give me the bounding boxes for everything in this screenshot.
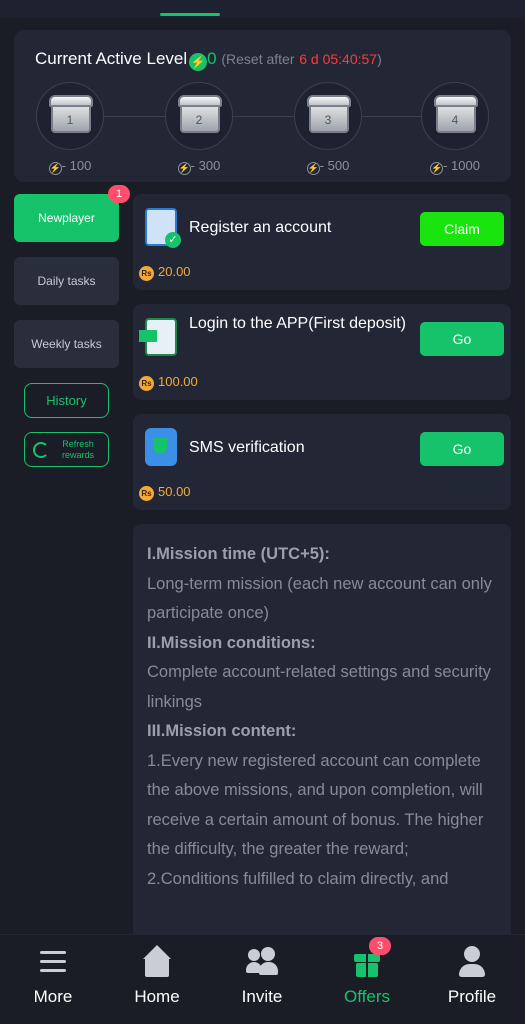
newplayer-badge: 1 bbox=[108, 185, 130, 203]
lightning-icon: ⚡ bbox=[177, 162, 191, 175]
nav-offers[interactable]: 3 Offers bbox=[322, 937, 412, 1007]
progress-connector bbox=[362, 116, 422, 117]
users-icon bbox=[246, 945, 278, 977]
task-card-register: ✓ Register an account Claim Rs 20.00 bbox=[133, 194, 511, 290]
lightning-icon: ⚡ bbox=[48, 162, 62, 175]
rules-text: 2.Conditions fulfilled to claim directly… bbox=[147, 869, 449, 888]
rupee-coin-icon: Rs bbox=[139, 376, 154, 391]
task-reward: Rs 50.00 bbox=[139, 484, 191, 501]
nav-label: Invite bbox=[241, 987, 283, 1006]
chest-cost: ⚡- 1000 bbox=[430, 158, 480, 175]
reset-countdown: 6 d 05:40:57 bbox=[299, 51, 378, 67]
treasure-chest-icon: 3 bbox=[294, 82, 362, 150]
rules-text: Long-term mission (each new account can … bbox=[147, 574, 492, 623]
rules-heading: III.Mission content: bbox=[147, 722, 297, 740]
chest-cost: ⚡- 300 bbox=[177, 158, 221, 175]
top-tab-bar bbox=[0, 0, 525, 18]
treasure-chest-icon: 1 bbox=[36, 82, 104, 150]
rules-text: 1.Every new registered account can compl… bbox=[147, 751, 484, 859]
reset-label: (Reset after bbox=[221, 51, 295, 67]
nav-label: Offers bbox=[344, 987, 390, 1006]
active-level-card: Current Active Level ⚡0 (Reset after 6 d … bbox=[14, 30, 511, 182]
task-name: Register an account bbox=[189, 219, 332, 236]
chest-level-4[interactable]: 4 ⚡- 1000 bbox=[420, 82, 490, 175]
history-button[interactable]: History bbox=[24, 383, 109, 418]
level-title: Current Active Level ⚡0 (Reset after 6 d … bbox=[35, 49, 382, 71]
rupee-coin-icon: Rs bbox=[139, 486, 154, 501]
refresh-icon bbox=[33, 442, 49, 458]
lightning-icon: ⚡ bbox=[430, 162, 444, 175]
nav-invite[interactable]: Invite bbox=[217, 945, 307, 1007]
task-card-login-deposit: Login to the APP(First deposit) Go Rs 100… bbox=[133, 304, 511, 400]
menu-icon bbox=[37, 945, 69, 977]
reset-close: ) bbox=[377, 51, 382, 67]
level-count: 0 bbox=[207, 49, 217, 68]
active-tab-indicator bbox=[160, 13, 220, 16]
task-name: Login to the APP(First deposit) bbox=[189, 315, 406, 332]
treasure-chest-icon: 4 bbox=[421, 82, 489, 150]
phone-login-icon bbox=[139, 318, 177, 356]
refresh-rewards-button[interactable]: Refresh rewards bbox=[24, 432, 109, 467]
refresh-rewards-label: Refresh rewards bbox=[61, 439, 94, 460]
chest-level-1[interactable]: 1 ⚡- 100 bbox=[35, 82, 105, 175]
nav-profile[interactable]: Profile bbox=[427, 945, 517, 1007]
nav-label: Profile bbox=[447, 987, 497, 1006]
rupee-coin-icon: Rs bbox=[139, 266, 154, 281]
lightning-icon: ⚡ bbox=[306, 162, 320, 175]
task-card-sms-verification: SMS verification Go Rs 50.00 bbox=[133, 414, 511, 510]
nav-more[interactable]: More bbox=[8, 945, 98, 1007]
go-button[interactable]: Go bbox=[420, 322, 504, 356]
level-title-text: Current Active Level bbox=[35, 49, 188, 68]
chest-cost: ⚡- 500 bbox=[306, 158, 350, 175]
task-reward: Rs 20.00 bbox=[139, 264, 191, 281]
treasure-chest-icon: 2 bbox=[165, 82, 233, 150]
rules-text: Complete account-related settings and se… bbox=[147, 663, 491, 711]
task-name: SMS verification bbox=[189, 439, 305, 456]
tab-weekly-tasks[interactable]: Weekly tasks bbox=[14, 320, 119, 368]
home-icon bbox=[141, 945, 173, 977]
lightning-icon: ⚡ bbox=[189, 53, 208, 71]
nav-label: More bbox=[33, 987, 73, 1006]
person-icon bbox=[456, 945, 488, 977]
tab-newplayer[interactable]: Newplayer bbox=[14, 194, 119, 242]
chest-level-3[interactable]: 3 ⚡- 500 bbox=[293, 82, 363, 175]
rules-heading: II.Mission conditions: bbox=[147, 633, 316, 652]
shield-phone-icon bbox=[145, 428, 177, 466]
rules-heading: I.Mission time (UTC+5): bbox=[147, 545, 330, 563]
nav-home[interactable]: Home bbox=[112, 945, 202, 1007]
offers-badge: 3 bbox=[369, 937, 391, 955]
mission-rules-panel: I.Mission time (UTC+5): Long-term missio… bbox=[133, 524, 511, 944]
task-reward: Rs 100.00 bbox=[139, 374, 198, 391]
tab-daily-tasks[interactable]: Daily tasks bbox=[14, 257, 119, 305]
chest-cost: ⚡- 100 bbox=[48, 158, 92, 175]
nav-label: Home bbox=[134, 987, 180, 1006]
chest-level-2[interactable]: 2 ⚡- 300 bbox=[164, 82, 234, 175]
clipboard-check-icon: ✓ bbox=[145, 208, 181, 248]
go-button[interactable]: Go bbox=[420, 432, 504, 466]
bottom-nav: More Home Invite 3 Offers Profile bbox=[0, 934, 525, 1024]
claim-button[interactable]: Claim bbox=[420, 212, 504, 246]
